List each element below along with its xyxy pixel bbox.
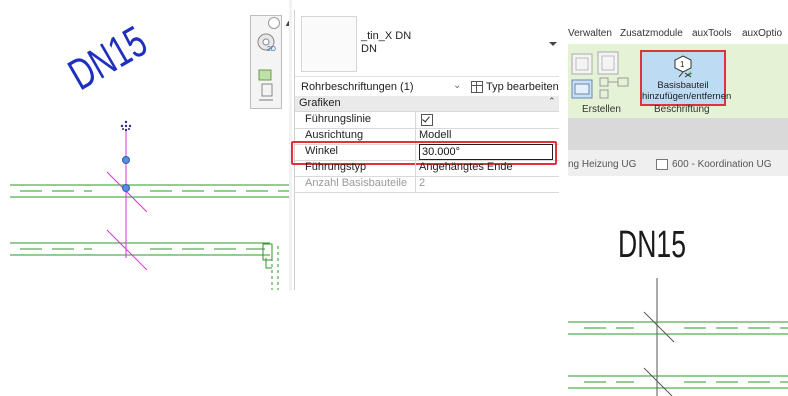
result-graphics: [568, 278, 788, 396]
pipe-fitting[interactable]: [262, 243, 279, 290]
ribbon: Verwalten Zusatzmodule auxTools auxOptio…: [568, 0, 788, 176]
edit-type-button[interactable]: Typ bearbeiten: [471, 79, 559, 94]
pipe-lower[interactable]: [10, 242, 270, 256]
type-name-line2: DN: [361, 43, 377, 55]
tab-auxoptions[interactable]: auxOptio: [742, 28, 782, 39]
type-name[interactable]: _tin_X DN DN: [361, 30, 411, 56]
tick-lower: [106, 229, 148, 271]
result-tick-upper: [643, 311, 675, 343]
tab-zusatzmodule[interactable]: Zusatzmodule: [620, 28, 683, 39]
view-tabs: ng Heizung UG 600 - Koordination UG: [568, 150, 788, 176]
zoom-region-icon[interactable]: [255, 66, 277, 102]
ribbon-tabs: Verwalten Zusatzmodule auxTools auxOptio: [568, 26, 788, 44]
options-bar: [568, 118, 788, 150]
instance-selector[interactable]: Rohrbeschriftungen (1) ⌄ Typ bearbeiten: [295, 76, 559, 98]
property-row-leader-type: Führungstyp Angehängtes Ende: [295, 160, 559, 177]
host-element-icon: 1 +: [674, 55, 693, 78]
svg-text:1: 1: [680, 60, 685, 69]
move-grip-icon[interactable]: [120, 120, 132, 132]
edit-type-icon: [471, 80, 483, 93]
result-illustration: DN15: [564, 176, 788, 396]
panel-labels: Erstellen Beschriftung: [568, 104, 788, 118]
property-value[interactable]: Angehängtes Ende: [419, 161, 513, 173]
drawing-canvas[interactable]: DN15 2D ▲: [0, 0, 292, 290]
property-row-host-count: Anzahl Basisbauteile 2: [295, 176, 559, 193]
result-pipe-lower: [568, 375, 788, 389]
group-header-graphics[interactable]: Grafiken ⌃: [295, 96, 559, 112]
tab-verwalten[interactable]: Verwalten: [568, 28, 612, 39]
type-dropdown-arrow-icon[interactable]: [549, 42, 557, 46]
result-pipe-upper: [568, 321, 788, 335]
type-name-line1: _tin_X DN: [361, 30, 412, 42]
steering-wheel-icon[interactable]: 2D: [255, 22, 277, 56]
property-value[interactable]: Modell: [419, 129, 451, 141]
panel-label-erstellen: Erstellen: [582, 104, 621, 115]
property-label: Führungslinie: [305, 113, 372, 125]
collapse-icon[interactable]: ⌃: [548, 96, 556, 107]
button-label-line1: Basisbauteil: [657, 80, 709, 91]
properties-palette: _tin_X DN DN Rohrbeschriftungen (1) ⌄ Ty…: [291, 10, 561, 290]
pipe-upper[interactable]: [10, 184, 292, 198]
group-title: Grafiken: [299, 97, 341, 109]
tick-upper: [106, 171, 148, 213]
svg-text:2D: 2D: [267, 46, 276, 53]
property-value: 2: [419, 177, 426, 189]
leader-grip-end[interactable]: [122, 184, 130, 192]
view-tab-koordination[interactable]: 600 - Koordination UG: [672, 159, 772, 170]
property-label: Ausrichtung: [305, 129, 364, 141]
property-label: Anzahl Basisbauteile: [305, 177, 408, 189]
create-tools-icon[interactable]: [570, 48, 636, 104]
instance-selector-label: Rohrbeschriftungen (1): [301, 81, 414, 93]
view-icon: [656, 159, 668, 170]
edit-type-label: Typ bearbeiten: [486, 80, 559, 93]
leader-grip-mid[interactable]: [122, 156, 130, 164]
add-remove-host-button[interactable]: 1 + Basisbauteil hinzufügen/entfernen: [640, 50, 732, 106]
property-label: Führungstyp: [305, 161, 367, 173]
type-preview-image: [301, 16, 357, 72]
result-tick-lower: [643, 367, 673, 396]
chevron-down-icon[interactable]: ⌄: [453, 80, 461, 91]
view-tab-heizung[interactable]: ng Heizung UG: [568, 159, 636, 170]
navigation-bar: 2D: [250, 15, 282, 109]
tab-auxtools[interactable]: auxTools: [692, 28, 731, 39]
leader-checkbox[interactable]: [421, 114, 433, 126]
panel-label-beschriftung: Beschriftung: [654, 104, 710, 115]
button-label-line2: hinzufügen/entfernen: [642, 91, 732, 102]
svg-text:+: +: [688, 69, 693, 78]
property-row-leader: Führungslinie: [295, 112, 559, 129]
